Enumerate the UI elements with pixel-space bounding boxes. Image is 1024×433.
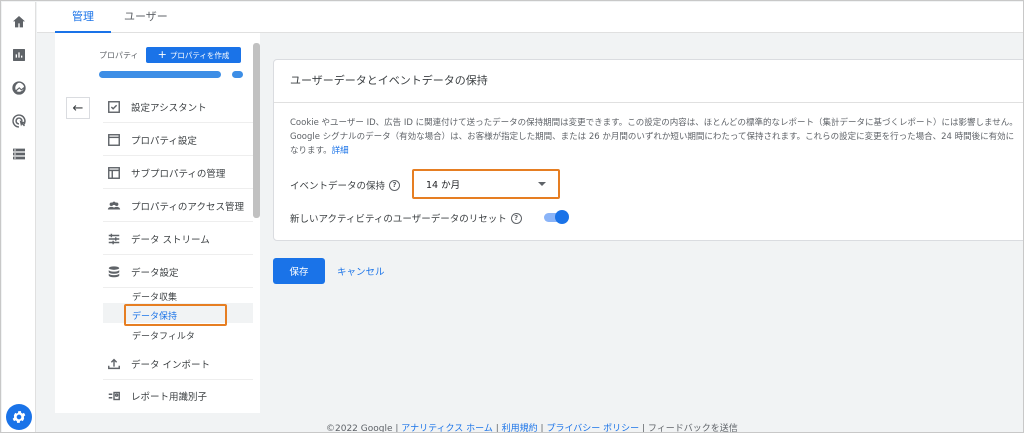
window-icon bbox=[106, 132, 122, 148]
card-title: ユーザーデータとイベントデータの保持 bbox=[290, 74, 488, 87]
event-retention-value: 14 か月 bbox=[426, 180, 461, 191]
details-link[interactable]: 詳細 bbox=[332, 146, 349, 156]
footer-link-privacy[interactable]: プライバシー ポリシー bbox=[546, 424, 639, 432]
nav-access-management[interactable]: プロパティのアクセス管理 bbox=[103, 190, 253, 222]
back-arrow-icon[interactable]: ← bbox=[66, 97, 90, 119]
footer-link-terms[interactable]: 利用規約 bbox=[502, 424, 538, 432]
nav-data-import[interactable]: データ インポート bbox=[103, 348, 253, 380]
home-icon[interactable] bbox=[10, 13, 28, 31]
nav-label: サブプロパティの管理 bbox=[131, 168, 226, 180]
event-retention-label: イベントデータの保持 ? bbox=[290, 178, 401, 192]
nav-label: データ設定 bbox=[131, 267, 179, 279]
reset-user-data-toggle[interactable] bbox=[544, 210, 569, 224]
top-tab-bar: 管理 ユーザー bbox=[37, 2, 1023, 33]
dropdown-arrow-icon bbox=[538, 182, 546, 186]
toggle-knob bbox=[555, 210, 569, 224]
nav-label: データ ストリーム bbox=[131, 234, 210, 246]
property-column: プロパティ + プロパティを作成 ← 設定アシスタント プロパティ設定 サブプロ… bbox=[55, 33, 260, 413]
upload-icon bbox=[106, 356, 122, 372]
reset-user-data-label: 新しいアクティビティのユーザーデータのリセット ? bbox=[290, 211, 522, 225]
retention-description: Cookie やユーザー ID、広告 ID に関連付けて送ったデータの保持期間は… bbox=[290, 116, 1020, 158]
data-retention-card: ユーザーデータとイベントデータの保持 Cookie やユーザー ID、広告 ID… bbox=[273, 59, 1023, 241]
redacted-property-name bbox=[99, 71, 221, 78]
subproperty-icon bbox=[106, 165, 122, 181]
nav-property-settings[interactable]: プロパティ設定 bbox=[103, 124, 253, 156]
footer-link-analytics-home[interactable]: アナリティクス ホーム bbox=[401, 424, 493, 432]
nav-label: プロパティ設定 bbox=[131, 135, 197, 147]
card-divider bbox=[274, 102, 1023, 103]
nav-data-settings[interactable]: データ設定 bbox=[103, 256, 253, 288]
plus-icon: + bbox=[157, 48, 167, 61]
nav-setup-assistant[interactable]: 設定アシスタント bbox=[103, 91, 253, 123]
identity-icon bbox=[106, 388, 122, 404]
help-icon[interactable]: ? bbox=[389, 179, 401, 191]
left-rail bbox=[2, 2, 36, 432]
redacted-property-id bbox=[232, 71, 243, 78]
create-property-label: プロパティを作成 bbox=[169, 50, 230, 60]
description-text: Cookie やユーザー ID、広告 ID に関連付けて送ったデータの保持期間は… bbox=[290, 118, 1018, 156]
advertising-icon[interactable] bbox=[10, 112, 28, 130]
tab-user[interactable]: ユーザー bbox=[107, 2, 185, 33]
sub-nav-data-filters[interactable]: データフィルタ bbox=[132, 329, 195, 342]
explore-icon[interactable] bbox=[10, 79, 28, 97]
footer: ©2022 Google | アナリティクス ホーム | 利用規約 | プライバ… bbox=[326, 424, 738, 433]
nav-label: レポート用識別子 bbox=[131, 392, 208, 403]
nav-data-streams[interactable]: データ ストリーム bbox=[103, 223, 253, 255]
people-icon bbox=[106, 198, 122, 214]
footer-copyright: ©2022 Google bbox=[326, 424, 393, 433]
help-icon[interactable]: ? bbox=[510, 212, 522, 224]
admin-gear-icon[interactable] bbox=[6, 404, 32, 430]
nav-label: 設定アシスタント bbox=[131, 102, 207, 114]
configure-icon[interactable] bbox=[10, 145, 28, 163]
reports-icon[interactable] bbox=[10, 46, 28, 64]
property-label: プロパティ bbox=[99, 51, 139, 60]
app-frame: 管理 ユーザー プロパティ + プロパティを作成 ← 設定アシスタント プロパテ… bbox=[0, 0, 1024, 433]
tab-admin[interactable]: 管理 bbox=[55, 2, 111, 33]
streams-icon bbox=[106, 231, 122, 247]
cancel-button[interactable]: キャンセル bbox=[337, 264, 385, 278]
event-retention-text: イベントデータの保持 bbox=[290, 181, 386, 192]
event-retention-select[interactable]: 14 か月 bbox=[412, 169, 560, 199]
footer-feedback[interactable]: フィードバックを送信 bbox=[648, 424, 738, 432]
create-property-button[interactable]: + プロパティを作成 bbox=[146, 47, 241, 63]
nav-label: データ インポート bbox=[131, 359, 211, 371]
highlight-box-data-retention bbox=[124, 304, 227, 326]
sub-nav-data-collection[interactable]: データ収集 bbox=[132, 290, 177, 303]
nav-subproperty-management[interactable]: サブプロパティの管理 bbox=[103, 157, 253, 189]
save-button[interactable]: 保存 bbox=[273, 258, 325, 284]
property-column-scrollbar[interactable] bbox=[253, 43, 260, 218]
checkbox-icon bbox=[106, 99, 122, 115]
nav-label: プロパティのアクセス管理 bbox=[131, 201, 244, 213]
database-icon bbox=[106, 264, 122, 280]
reset-user-data-text: 新しいアクティビティのユーザーデータのリセット bbox=[290, 214, 507, 225]
nav-reporting-identity[interactable]: レポート用識別子 bbox=[103, 380, 253, 412]
